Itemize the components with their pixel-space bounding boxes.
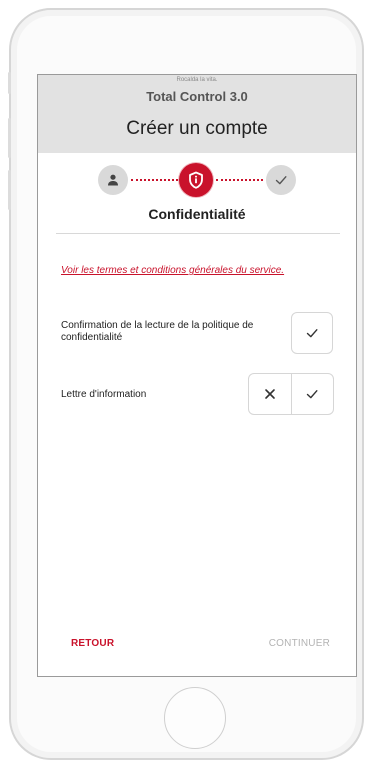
app-title: Total Control 3.0 bbox=[146, 89, 248, 104]
step-privacy bbox=[179, 163, 213, 197]
step-account bbox=[98, 165, 128, 195]
newsletter-accept-button[interactable] bbox=[290, 374, 334, 414]
check-icon bbox=[307, 390, 318, 399]
step-title: Confidentialité bbox=[148, 206, 246, 222]
volume-down-button bbox=[8, 170, 11, 210]
status-bar-text: Rocalda la vita. bbox=[176, 77, 218, 83]
privacy-confirm-button[interactable] bbox=[291, 312, 333, 354]
check-icon bbox=[306, 329, 318, 338]
step-connector-2 bbox=[216, 179, 263, 181]
continue-button[interactable]: CONTINUER bbox=[269, 638, 330, 649]
privacy-confirmation-label: Confirmation de la lecture de la politiq… bbox=[61, 320, 254, 343]
newsletter-decline-button[interactable] bbox=[249, 374, 291, 414]
home-button[interactable] bbox=[164, 687, 226, 749]
shield-icon bbox=[189, 171, 203, 189]
step-connector-1 bbox=[131, 179, 178, 181]
step-done bbox=[266, 165, 296, 195]
check-icon bbox=[275, 176, 287, 185]
app-header: Rocalda la vita. Total Control 3.0 Créer… bbox=[38, 75, 356, 153]
newsletter-label: Lettre d'information bbox=[61, 389, 147, 400]
back-button[interactable]: RETOUR bbox=[71, 638, 114, 649]
app-screen: Rocalda la vita. Total Control 3.0 Créer… bbox=[37, 74, 357, 677]
mute-switch bbox=[8, 72, 11, 94]
volume-up-button bbox=[8, 118, 11, 158]
user-icon bbox=[108, 174, 118, 186]
terms-link[interactable]: Voir les termes et conditions générales … bbox=[61, 265, 351, 276]
divider bbox=[56, 233, 340, 234]
signup-stepper bbox=[38, 162, 356, 198]
close-icon bbox=[264, 389, 275, 399]
page-title: Créer un compte bbox=[126, 118, 268, 139]
newsletter-toggle bbox=[248, 373, 334, 415]
